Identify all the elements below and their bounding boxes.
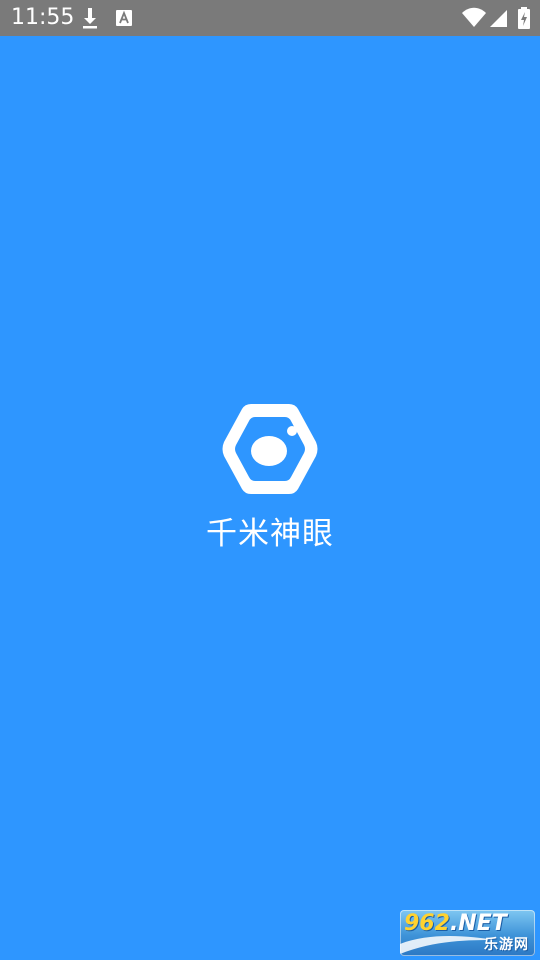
battery-charging-icon [517,6,531,30]
a-notification-icon [115,6,133,30]
signal-icon [489,6,509,30]
hexagon-camera-icon [221,402,319,496]
watermark-number: 962 [404,911,450,936]
status-time: 11:55 [11,5,75,30]
wifi-icon [461,6,487,30]
download-icon [80,6,100,30]
status-bar: 11:55 [0,0,540,36]
app-name: 千米神眼 [206,516,334,552]
watermark-suffix: .NET [449,911,507,936]
watermark-subtitle: 乐游网 [484,937,529,953]
watermark-title: 962.NET [404,910,531,938]
splash-screen: 11:55 千米神眼 962.NET 乐游网 [0,0,540,960]
watermark-logo: 962.NET 乐游网 [400,910,535,956]
